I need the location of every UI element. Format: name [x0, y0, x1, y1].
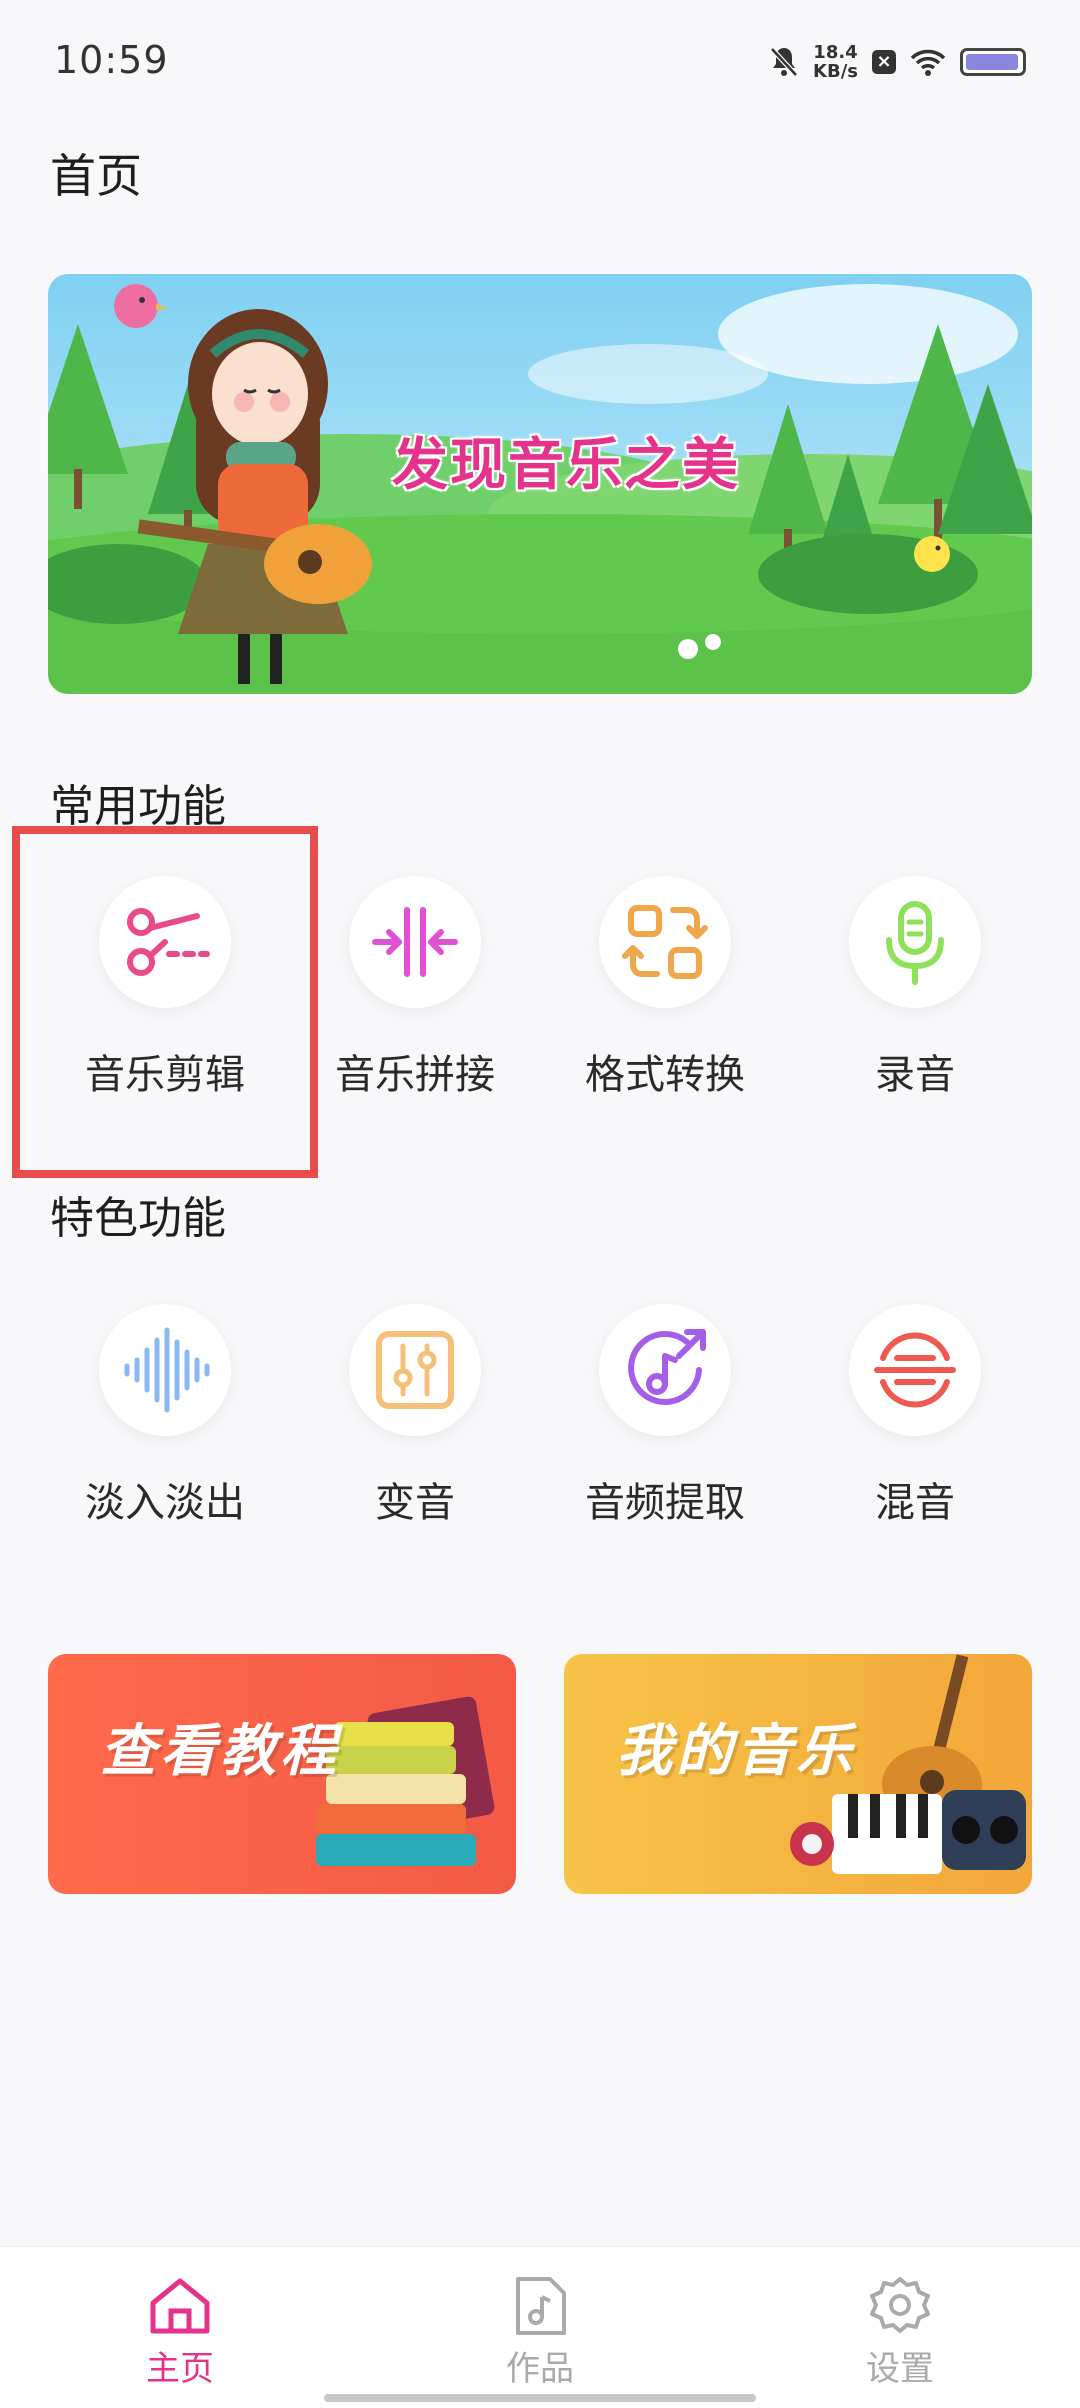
nav-label: 主页 [146, 2349, 214, 2389]
voice-change-button[interactable]: 变音 [290, 1304, 540, 1528]
status-icons: 18.4 KB/s × [769, 40, 1026, 84]
my-music-card[interactable]: 我的音乐 [564, 1654, 1032, 1894]
func-circle [599, 1304, 731, 1436]
microphone-icon [886, 901, 944, 985]
nav-works[interactable]: 作品 [360, 2247, 720, 2408]
func-circle [349, 1304, 481, 1436]
record-button[interactable]: 录音 [790, 876, 1040, 1100]
func-circle [599, 876, 731, 1008]
settings-icon [870, 2277, 930, 2333]
section-title-special: 特色功能 [50, 1193, 226, 1244]
status-time: 10:59 [54, 38, 169, 82]
battery-icon [960, 48, 1026, 76]
my-music-card-title: 我的音乐 [616, 1719, 856, 1784]
tutorial-card-title: 查看教程 [100, 1719, 340, 1784]
scissors-icon [127, 908, 210, 976]
music-extract-icon [628, 1329, 706, 1405]
fade-in-out-button[interactable]: 淡入淡出 [40, 1304, 290, 1528]
func-label: 音乐拼接 [335, 1052, 495, 1098]
func-circle [99, 876, 231, 1008]
func-label: 格式转换 [585, 1052, 745, 1098]
bottom-nav: 主页 作品 设置 [0, 2246, 1080, 2408]
wifi-icon [910, 49, 946, 76]
merge-icon [372, 907, 458, 977]
equalizer-icon [376, 1331, 454, 1409]
common-function-grid: 音乐剪辑 音乐拼接 格式转换 录音 [40, 876, 1040, 1100]
music-merge-button[interactable]: 音乐拼接 [290, 876, 540, 1100]
status-bar: 10:59 18.4 KB/s × [0, 0, 1080, 120]
func-circle [849, 876, 981, 1008]
nav-home[interactable]: 主页 [0, 2247, 360, 2408]
page-title: 首页 [50, 149, 142, 203]
bell-off-icon [770, 47, 798, 77]
home-indicator[interactable] [324, 2394, 756, 2402]
banner-slogan: 发现音乐之美 [392, 433, 740, 498]
home-icon [150, 2278, 210, 2334]
func-label: 音频提取 [585, 1480, 745, 1526]
func-label: 音乐剪辑 [85, 1052, 245, 1098]
music-file-icon [516, 2277, 566, 2335]
func-label: 录音 [875, 1052, 955, 1098]
func-label: 混音 [875, 1480, 955, 1526]
func-circle [849, 1304, 981, 1436]
func-circle [99, 1304, 231, 1436]
audio-extract-button[interactable]: 音频提取 [540, 1304, 790, 1528]
speed-value: 18.4 [813, 42, 858, 63]
convert-icon [622, 905, 708, 979]
waveform-icon [124, 1327, 210, 1413]
func-label: 变音 [375, 1480, 455, 1526]
speed-unit: KB/s [813, 61, 858, 82]
nav-label: 设置 [866, 2349, 934, 2389]
func-circle [349, 876, 481, 1008]
tutorial-card[interactable]: 查看教程 [48, 1654, 516, 1894]
close-box-icon: × [872, 50, 896, 74]
nav-label: 作品 [506, 2349, 574, 2389]
mix-icon [874, 1332, 956, 1408]
mix-button[interactable]: 混音 [790, 1304, 1040, 1528]
nav-settings[interactable]: 设置 [720, 2247, 1080, 2408]
section-title-common: 常用功能 [50, 781, 226, 832]
banner[interactable]: 发现音乐之美 [48, 274, 1032, 694]
music-cut-button[interactable]: 音乐剪辑 [40, 876, 290, 1100]
network-speed: 18.4 KB/s [813, 43, 858, 81]
format-convert-button[interactable]: 格式转换 [540, 876, 790, 1100]
special-function-grid: 淡入淡出 变音 音频提取 混音 [40, 1304, 1040, 1528]
func-label: 淡入淡出 [85, 1480, 245, 1526]
